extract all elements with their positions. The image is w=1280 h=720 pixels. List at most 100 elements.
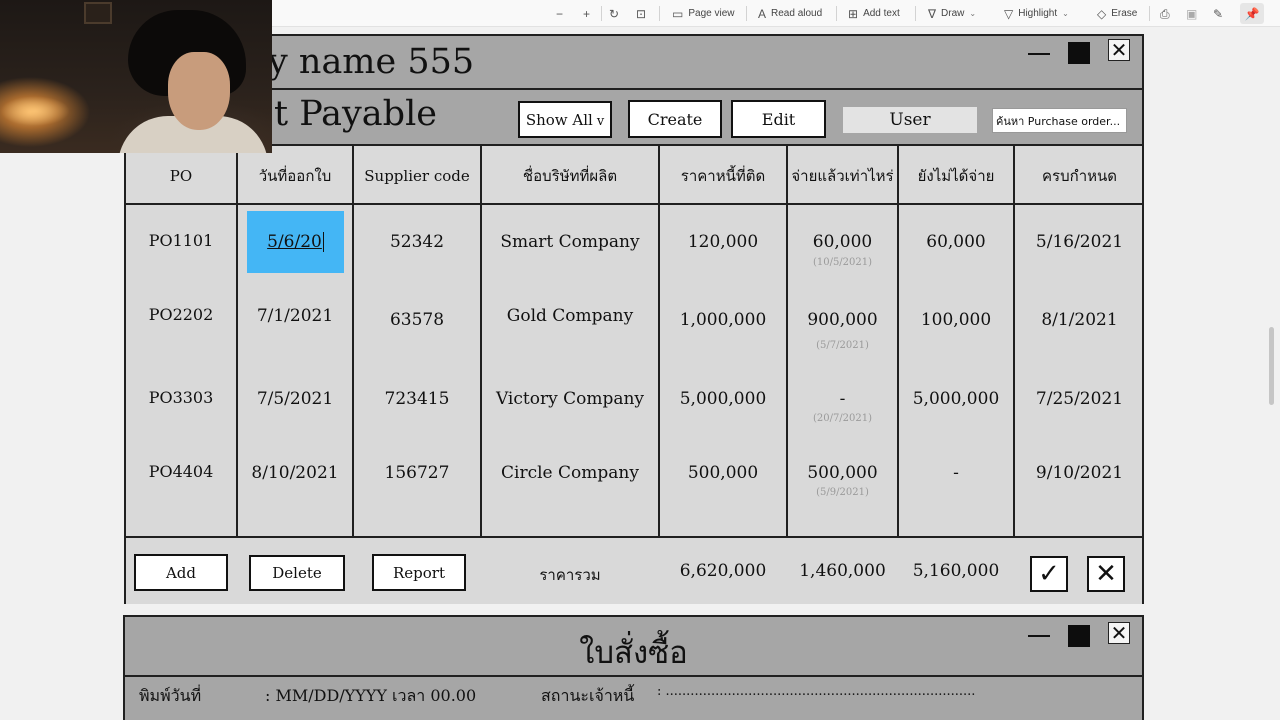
- pin-toolbar-button[interactable]: 📌: [1240, 3, 1264, 24]
- window-title-top: y name 555: [268, 42, 475, 82]
- company-name: Circle Company: [501, 463, 639, 483]
- toolbar-divider: [1149, 6, 1150, 21]
- col-header-unpaid[interactable]: ยังไม่ได้จ่าย: [899, 146, 1013, 205]
- minimize-icon[interactable]: [1028, 635, 1050, 637]
- maximize-icon[interactable]: [1068, 42, 1090, 64]
- chevron-down-icon: v: [596, 113, 605, 129]
- add-button[interactable]: Add: [134, 554, 228, 591]
- close-icon[interactable]: ✕: [1108, 622, 1130, 644]
- grid-line: [352, 146, 354, 602]
- show-all-label: Show All: [525, 110, 593, 129]
- zoom-in-button[interactable]: +: [583, 5, 590, 22]
- paid-amount: 900,000: [807, 310, 878, 330]
- toolbar-divider: [659, 6, 660, 21]
- close-icon[interactable]: ✕: [1108, 39, 1130, 61]
- paid-amount: -: [839, 389, 846, 409]
- total-debt: 6,620,000: [679, 561, 767, 581]
- selected-date-cell[interactable]: 5/6/20: [247, 211, 344, 273]
- print-date-value: : MM/DD/YYYY เวลา 00.00: [265, 686, 477, 705]
- issue-date: 8/10/2021: [251, 463, 339, 483]
- rotate-button[interactable]: ↻: [609, 5, 619, 22]
- window-title-bottom: t Payable: [274, 94, 437, 134]
- save-as-icon: ✎: [1213, 6, 1224, 21]
- debt-amount: 5,000,000: [679, 389, 767, 409]
- webcam-overlay: [0, 0, 272, 153]
- zoom-out-button[interactable]: −: [556, 5, 563, 22]
- col-header-supplier-code[interactable]: Supplier code: [354, 146, 480, 205]
- col-header-due[interactable]: ครบกำหนด: [1015, 146, 1144, 205]
- po-number: PO2202: [148, 305, 214, 324]
- col-header-issue-date[interactable]: วันที่ออกใบ: [238, 146, 352, 205]
- po-window-title: ใบสั่งซื้อ: [579, 635, 688, 671]
- maximize-icon[interactable]: [1068, 625, 1090, 647]
- col-header-debt[interactable]: ราคาหนี้ที่ติด: [660, 146, 786, 205]
- po-number: PO1101: [148, 231, 214, 250]
- draw-label: Draw: [941, 8, 965, 19]
- grid-line: [1013, 146, 1015, 602]
- col-header-po[interactable]: PO: [126, 146, 236, 205]
- highlight-button[interactable]: ▽ Highlight ⌄: [1004, 5, 1069, 22]
- add-text-label: Add text: [863, 8, 900, 19]
- page-view-button[interactable]: ▭ Page view: [672, 5, 734, 22]
- read-aloud-button[interactable]: A Read aloud: [758, 5, 822, 22]
- erase-button[interactable]: ◇ Erase: [1097, 5, 1137, 22]
- grid-line: [786, 146, 788, 602]
- toolbar-divider: [915, 6, 916, 21]
- minus-icon: −: [556, 6, 564, 21]
- draw-button[interactable]: ∇ Draw ⌄: [928, 5, 976, 22]
- paid-amount: 60,000: [812, 232, 873, 252]
- toolbar-divider: [746, 6, 747, 21]
- add-text-button[interactable]: ⊞ Add text: [848, 5, 900, 22]
- fit-page-icon: ⊡: [636, 6, 647, 21]
- date-input[interactable]: 5/6/20: [267, 232, 324, 252]
- print-button[interactable]: ⎙: [1160, 5, 1170, 22]
- grid-line: [480, 146, 482, 602]
- pin-icon: 📌: [1244, 6, 1260, 21]
- save-as-button[interactable]: ✎: [1213, 5, 1223, 22]
- grid-line: [897, 146, 899, 602]
- minimize-icon[interactable]: [1028, 53, 1050, 55]
- screen: { "viewer_toolbar": { "zoom_out_icon": "…: [0, 0, 1280, 720]
- save-button[interactable]: ▣: [1186, 5, 1197, 22]
- issue-date: 7/5/2021: [256, 389, 334, 409]
- supplier-code: 52342: [389, 232, 445, 252]
- chevron-down-icon: ⌄: [969, 9, 977, 18]
- total-paid: 1,460,000: [799, 561, 886, 581]
- company-name: Gold Company: [506, 306, 634, 326]
- delete-button[interactable]: Delete: [249, 555, 345, 591]
- due-date: 9/10/2021: [1035, 463, 1124, 483]
- paid-amount: 500,000: [807, 463, 878, 483]
- confirm-button[interactable]: ✓: [1030, 556, 1068, 592]
- due-date: 5/16/2021: [1035, 232, 1124, 252]
- cancel-button[interactable]: ✕: [1087, 556, 1125, 592]
- print-date-label: พิมพ์วันที่: [139, 686, 202, 705]
- supplier-code: 156727: [384, 463, 450, 483]
- fit-page-button[interactable]: ⊡: [636, 5, 646, 22]
- erase-label: Erase: [1111, 8, 1138, 19]
- plus-icon: +: [583, 6, 591, 21]
- grid-line: [658, 146, 660, 602]
- create-button[interactable]: Create: [628, 100, 722, 138]
- po-number: PO3303: [148, 388, 214, 407]
- report-button[interactable]: Report: [372, 554, 466, 591]
- grid-line: [236, 146, 238, 602]
- col-header-company[interactable]: ชื่อบริษัทที่ผลิต: [482, 146, 658, 205]
- debt-amount: 500,000: [687, 463, 759, 483]
- print-icon: ⎙: [1160, 6, 1170, 21]
- add-text-icon: ⊞: [848, 6, 859, 21]
- toolbar-divider: [601, 6, 602, 21]
- save-icon: ▣: [1186, 6, 1198, 21]
- due-date: 7/25/2021: [1035, 389, 1124, 409]
- paid-date: (5/9/2021): [816, 487, 869, 498]
- accounts-payable-window: y name 555 t Payable ✕ Show All v Create …: [124, 34, 1144, 146]
- edit-button[interactable]: Edit: [731, 100, 826, 138]
- debt-amount: 120,000: [687, 232, 759, 252]
- vertical-scrollbar[interactable]: [1269, 327, 1274, 405]
- creditor-status-label: สถานะเจ้าหนี้: [541, 686, 635, 705]
- highlight-label: Highlight: [1018, 8, 1058, 19]
- col-header-paid[interactable]: จ่ายแล้วเท่าไหร่: [788, 146, 897, 205]
- purchase-order-window: ใบสั่งซื้อ ✕ พิมพ์วันที่ : MM/DD/YYYY เว…: [123, 615, 1144, 720]
- user-label[interactable]: User: [843, 107, 977, 133]
- show-all-dropdown[interactable]: Show All v: [518, 101, 612, 138]
- search-input[interactable]: ค้นหา Purchase order...: [992, 108, 1127, 133]
